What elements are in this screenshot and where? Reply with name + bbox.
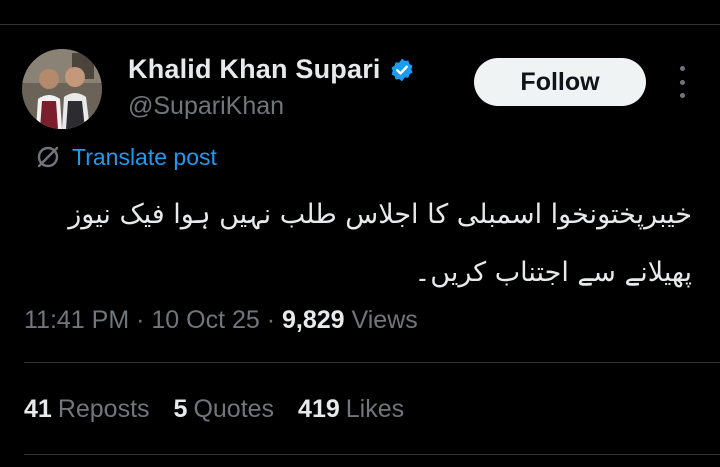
translate-globe-icon <box>34 143 62 171</box>
likes-stat[interactable]: 419 Likes <box>298 395 404 424</box>
views-label: Views <box>344 306 418 334</box>
stats-divider <box>24 362 720 363</box>
avatar-image <box>22 49 102 129</box>
quotes-count: 5 <box>173 395 188 423</box>
more-horizontal-icon <box>679 66 685 71</box>
post-time[interactable]: 11:41 PM <box>24 306 129 334</box>
meta-separator: · <box>129 306 152 334</box>
views-count: 9,829 <box>282 306 345 334</box>
translate-label[interactable]: Translate post <box>72 144 217 171</box>
meta-separator: · <box>259 306 282 334</box>
follow-button[interactable]: Follow <box>474 58 646 106</box>
post-meta: 11:41 PM · 10 Oct 25 · 9,829 Views <box>24 306 418 335</box>
quotes-label: Quotes <box>193 395 275 423</box>
avatar[interactable] <box>22 49 102 129</box>
reposts-count: 41 <box>24 395 52 423</box>
quotes-stat[interactable]: 5 Quotes <box>174 395 275 424</box>
bottom-divider <box>24 454 720 455</box>
post-text: خیبرپختونخوا اسمبلی کا اجلاس طلب نہیں ہو… <box>68 199 692 288</box>
more-options-button[interactable] <box>668 66 696 98</box>
reposts-label: Reposts <box>57 395 150 423</box>
author-name-row[interactable]: Khalid Khan Supari <box>128 54 415 85</box>
engagement-stats: 41 Reposts 5 Quotes 419 Likes <box>24 395 404 424</box>
reposts-stat[interactable]: 41 Reposts <box>24 395 150 424</box>
verified-badge-icon <box>389 57 415 83</box>
likes-label: Likes <box>345 395 405 423</box>
likes-count: 419 <box>298 395 340 423</box>
author-display-name[interactable]: Khalid Khan Supari <box>128 54 381 85</box>
author-handle[interactable]: @SupariKhan <box>128 92 284 121</box>
top-divider <box>0 24 720 25</box>
post-date[interactable]: 10 Oct 25 <box>151 306 259 334</box>
translate-post-link[interactable]: Translate post <box>34 143 217 171</box>
